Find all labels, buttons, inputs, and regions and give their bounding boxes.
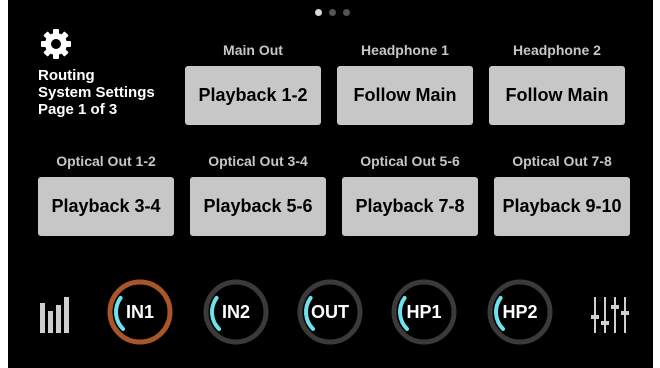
knob-out[interactable]: OUT (296, 278, 364, 346)
knob-hp2[interactable]: HP2 (486, 278, 554, 346)
page-number: Page 1 of 3 (38, 101, 118, 118)
knob-out-label: OUT (311, 301, 349, 322)
headphone-2-label: Headphone 2 (513, 42, 601, 58)
headphone-1-label: Headphone 1 (361, 42, 449, 58)
section-subtitle: System Settings (38, 84, 155, 101)
page-info: Routing System Settings Page 1 of 3 (38, 67, 155, 118)
section-title: Routing (38, 67, 95, 84)
optical-out-3-4-button[interactable]: Playback 5-6 (190, 177, 326, 236)
knob-hp1[interactable]: HP1 (390, 278, 458, 346)
optical-out-7-8-label: Optical Out 7-8 (512, 153, 612, 169)
page-indicator (315, 9, 350, 16)
page-dot-1 (315, 9, 322, 16)
optical-out-7-8-button[interactable]: Playback 9-10 (494, 177, 630, 236)
page-dot-3 (343, 9, 350, 16)
headphone-1-button[interactable]: Follow Main (337, 66, 473, 125)
optical-out-5-6-button[interactable]: Playback 7-8 (342, 177, 478, 236)
gear-icon[interactable] (38, 26, 74, 62)
level-meter-icon[interactable] (40, 293, 72, 333)
headphone-2-button[interactable]: Follow Main (489, 66, 625, 125)
page-dot-2 (329, 9, 336, 16)
device-screen: Routing System Settings Page 1 of 3 Main… (8, 0, 653, 368)
optical-out-1-2-button[interactable]: Playback 3-4 (38, 177, 174, 236)
knob-in1[interactable]: IN1 (106, 278, 174, 346)
knob-hp2-label: HP2 (502, 301, 538, 322)
knob-in2-label: IN2 (221, 301, 250, 322)
optical-out-3-4-label: Optical Out 3-4 (208, 153, 308, 169)
main-out-button[interactable]: Playback 1-2 (185, 66, 321, 125)
mixer-faders-icon[interactable] (591, 293, 631, 335)
optical-out-1-2-label: Optical Out 1-2 (56, 153, 156, 169)
knob-in1-label: IN1 (125, 301, 154, 322)
knob-hp1-label: HP1 (406, 301, 442, 322)
main-out-label: Main Out (223, 42, 283, 58)
knob-in2[interactable]: IN2 (202, 278, 270, 346)
optical-out-5-6-label: Optical Out 5-6 (360, 153, 460, 169)
